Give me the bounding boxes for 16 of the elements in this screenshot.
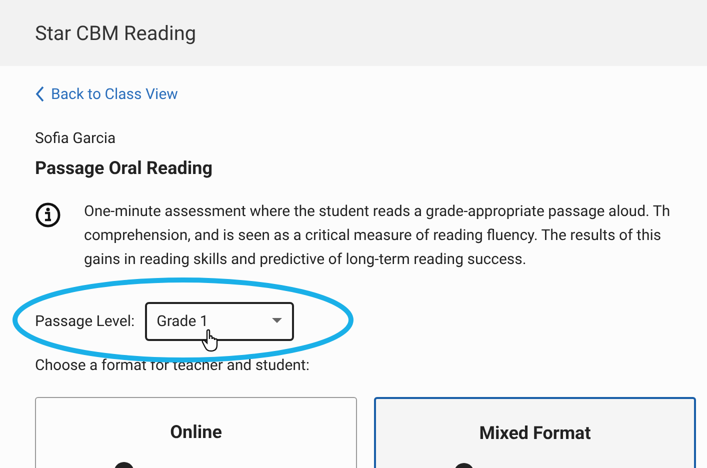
format-title: Mixed Format — [479, 422, 591, 446]
format-card[interactable]: Online — [35, 396, 357, 468]
back-link[interactable]: Back to Class View — [35, 83, 178, 106]
chevron-left-icon — [35, 86, 45, 102]
student-name: Sofia Garcia — [35, 128, 116, 148]
passage-level-label: Passage Level: — [35, 310, 135, 332]
page-title: Passage Oral Reading — [35, 157, 212, 181]
app-title: Star CBM Reading — [35, 20, 196, 47]
description-line: One-minute assessment where the student reads a grade-appropriate passage aloud. Th — [84, 201, 670, 222]
passage-level-select[interactable]: Grade 1 — [144, 302, 294, 340]
description-line: comprehension, and is seen as a critical measure of reading fluency. The results of this — [84, 225, 662, 246]
caret-icon — [272, 318, 282, 324]
format-title: Online — [170, 420, 222, 444]
format-card[interactable]: Mixed Format — [374, 396, 696, 468]
description-line: gains in reading skills and predictive of long-term reading success. — [84, 249, 526, 270]
info-icon — [35, 202, 61, 228]
